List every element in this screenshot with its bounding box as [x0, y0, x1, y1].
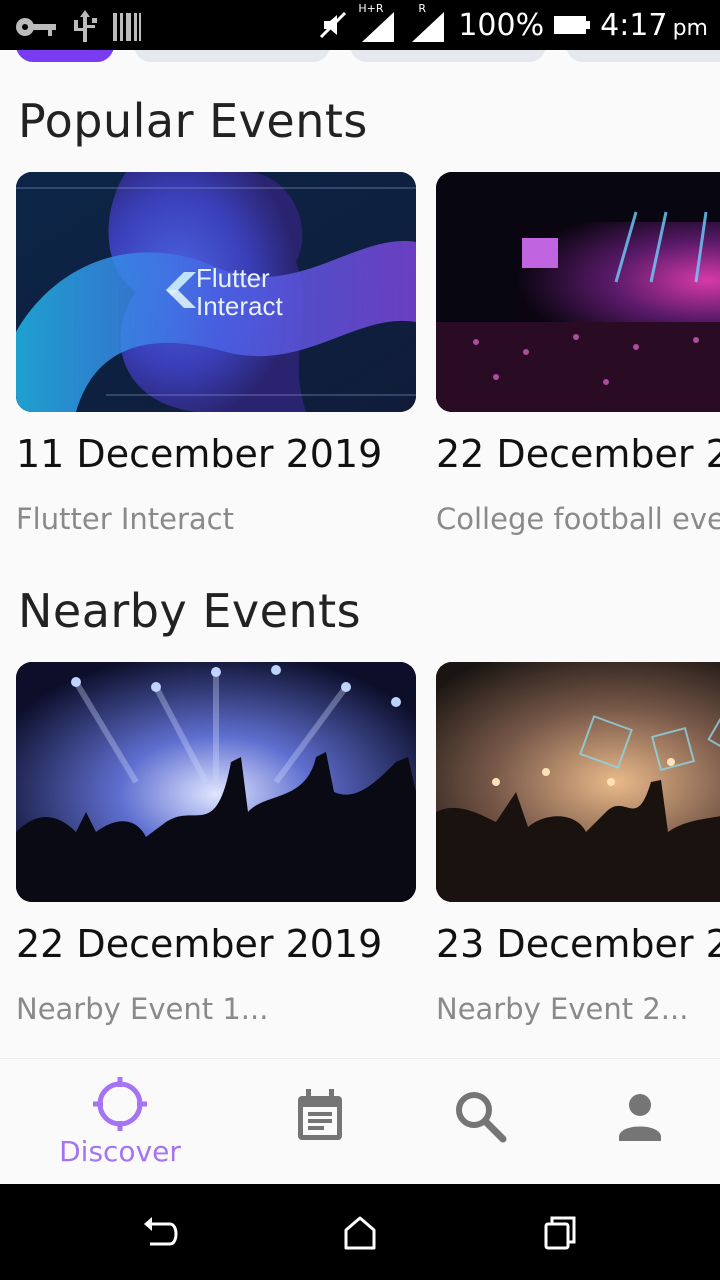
event-name: College football event	[436, 502, 720, 536]
event-card[interactable]: Flutter Interact 11 December 2019 Flutte…	[16, 172, 416, 536]
event-card[interactable]: 22 December 2019 Nearby Event 1...	[16, 662, 416, 1026]
clock-time: 4:17	[600, 7, 668, 43]
clock: 4:17 pm	[600, 8, 708, 43]
signal-hr-icon: H+R	[358, 2, 398, 44]
event-image[interactable]	[16, 662, 416, 902]
category-chip-row[interactable]	[16, 50, 720, 62]
back-icon[interactable]	[136, 1208, 184, 1256]
search-icon	[456, 1092, 507, 1143]
event-image[interactable]	[436, 172, 720, 412]
nav-label-discover: Discover	[59, 1135, 181, 1168]
battery-percent: 100%	[458, 7, 545, 43]
event-name: Nearby Event 1...	[16, 992, 269, 1026]
event-date: 22 December 2019	[16, 922, 383, 966]
bottom-navigation: Discover	[0, 1058, 720, 1184]
category-chip[interactable]	[350, 50, 546, 62]
nav-item-profile[interactable]	[550, 1059, 720, 1185]
popular-events-title: Popular Events	[18, 94, 368, 148]
system-navigation-bar	[0, 1184, 720, 1280]
nav-item-search[interactable]	[390, 1059, 570, 1185]
category-chip-active[interactable]	[16, 50, 114, 62]
barcode-icon	[113, 13, 141, 41]
crosshair-icon	[93, 1077, 147, 1131]
event-card[interactable]: 23 December 2019 Nearby Event 2...	[436, 662, 720, 1026]
banner-text-interact: Interact	[196, 291, 283, 321]
banner-text-flutter: Flutter	[196, 263, 270, 293]
recents-icon[interactable]	[536, 1208, 584, 1256]
category-chip[interactable]	[566, 50, 720, 62]
event-date: 22 December 2019	[436, 432, 720, 476]
discover-content[interactable]: Popular Events Flutter Interact 11 Decem…	[0, 50, 720, 1058]
event-card[interactable]: 22 December 2019 College football event	[436, 172, 720, 536]
event-name: Flutter Interact	[16, 502, 234, 536]
nearby-events-title: Nearby Events	[18, 584, 362, 638]
home-icon[interactable]	[336, 1208, 384, 1256]
event-image[interactable]	[436, 662, 720, 902]
nearby-events-row[interactable]: 22 December 2019 Nearby Event 1... 23 De…	[16, 662, 720, 1026]
nav-item-discover[interactable]: Discover	[30, 1059, 210, 1185]
signal-r-icon: R	[408, 2, 448, 44]
event-image[interactable]: Flutter Interact	[16, 172, 416, 412]
key-icon	[16, 18, 56, 36]
popular-events-row[interactable]: Flutter Interact 11 December 2019 Flutte…	[16, 172, 720, 536]
category-chip[interactable]	[134, 50, 330, 62]
calendar-icon	[298, 1089, 342, 1140]
battery-icon	[554, 16, 591, 34]
mute-icon	[320, 11, 347, 39]
event-date: 11 December 2019	[16, 432, 383, 476]
nav-item-calendar[interactable]	[230, 1059, 410, 1185]
event-name: Nearby Event 2...	[436, 992, 689, 1026]
usb-icon	[74, 10, 97, 42]
event-date: 23 December 2019	[436, 922, 720, 966]
status-bar: H+R R 100% 4:17 pm	[0, 0, 720, 50]
clock-suffix: pm	[672, 15, 708, 41]
person-icon	[619, 1094, 661, 1141]
